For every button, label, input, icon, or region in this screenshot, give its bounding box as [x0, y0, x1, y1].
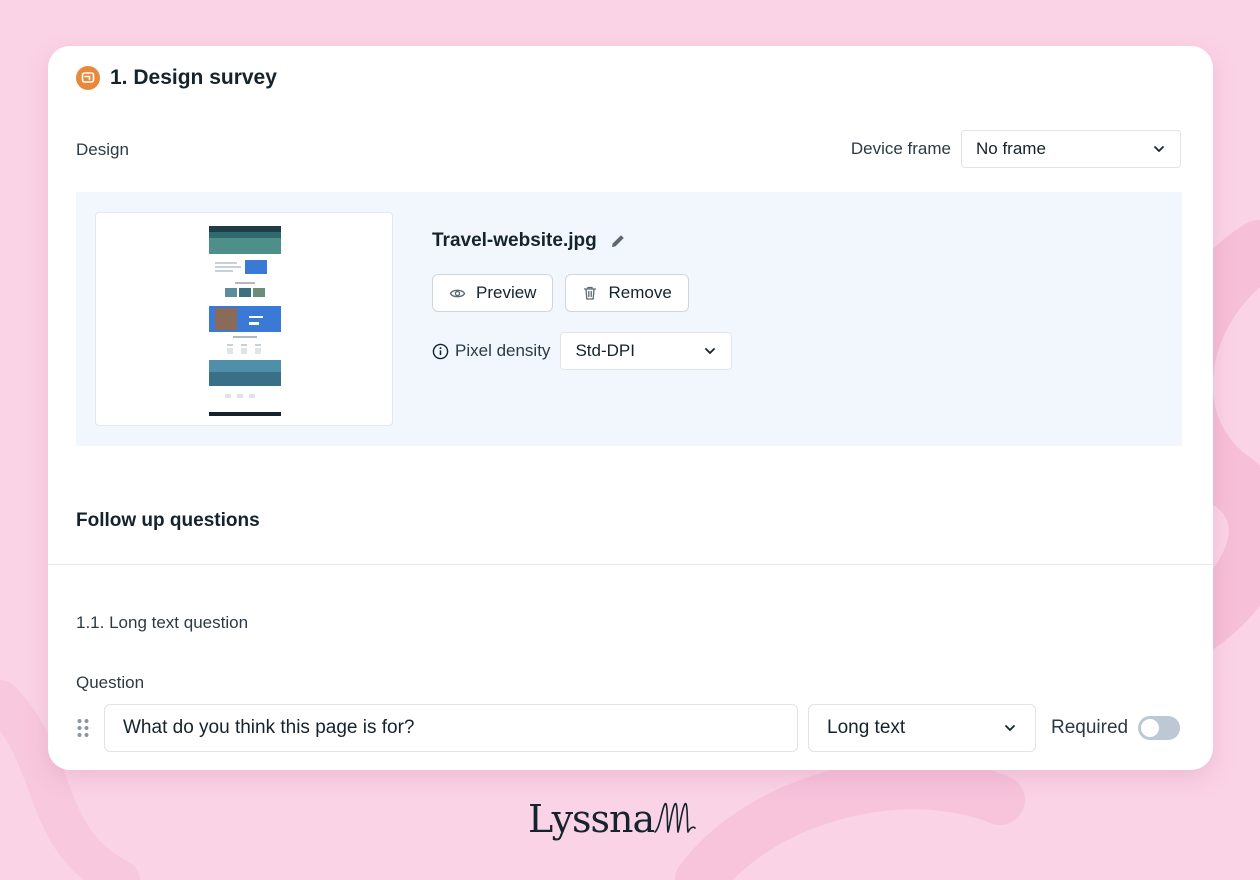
- divider: [48, 564, 1213, 565]
- toggle-knob: [1141, 719, 1160, 737]
- question-heading: 1.1. Long text question: [76, 613, 249, 632]
- lyssna-logo: Lyssna: [528, 798, 696, 838]
- pencil-icon[interactable]: [609, 232, 627, 250]
- question-type-select[interactable]: Long text: [808, 704, 1036, 752]
- pixel-density-label-wrap: Pixel density: [432, 341, 550, 361]
- logo-text: Lyssna: [528, 797, 655, 841]
- info-icon: [432, 343, 449, 359]
- preview-label: Preview: [476, 283, 537, 302]
- question-row: Long text Required: [76, 704, 1181, 752]
- drag-handle-icon[interactable]: [76, 704, 104, 752]
- file-name: Travel-website.jpg: [432, 230, 597, 251]
- design-panel: Travel-website.jpg Preview Remove Pixel …: [76, 192, 1182, 446]
- file-actions: Preview Remove: [432, 274, 689, 312]
- follow-up-title: Follow up questions: [76, 510, 260, 531]
- device-frame-row: Device frame No frame: [851, 130, 1181, 168]
- chevron-down-icon: [1005, 725, 1015, 731]
- design-label: Design: [76, 140, 129, 159]
- pixel-density-label: Pixel density: [455, 341, 551, 360]
- travel-website-image: [209, 226, 281, 416]
- section-header: 1. Design survey: [76, 66, 277, 90]
- design-thumbnail[interactable]: [95, 212, 393, 426]
- section-title: 1. Design survey: [110, 66, 277, 89]
- pixel-density-row: Pixel density Std-DPI: [432, 332, 733, 370]
- survey-icon: [76, 66, 100, 90]
- device-frame-select[interactable]: No frame: [961, 130, 1181, 168]
- remove-button[interactable]: Remove: [565, 274, 689, 312]
- file-name-row: Travel-website.jpg: [432, 230, 627, 252]
- pixel-density-value: Std-DPI: [575, 341, 635, 360]
- preview-button[interactable]: Preview: [432, 274, 554, 312]
- question-label: Question: [76, 673, 145, 692]
- logo-swirl-icon: [654, 803, 696, 833]
- question-input[interactable]: [104, 704, 798, 752]
- trash-icon: [584, 286, 597, 300]
- chevron-down-icon: [1154, 146, 1164, 152]
- question-type-value: Long text: [827, 717, 906, 738]
- remove-label: Remove: [608, 283, 672, 302]
- eye-icon: [449, 289, 466, 297]
- pixel-density-select[interactable]: Std-DPI: [560, 332, 733, 370]
- device-frame-label: Device frame: [850, 139, 951, 158]
- required-label: Required: [1051, 717, 1129, 738]
- chevron-down-icon: [705, 348, 716, 354]
- device-frame-value: No frame: [976, 139, 1046, 158]
- required-toggle[interactable]: [1138, 716, 1181, 740]
- design-survey-card: 1. Design survey Design Device frame No …: [48, 46, 1213, 770]
- required-wrap: Required: [1051, 716, 1181, 740]
